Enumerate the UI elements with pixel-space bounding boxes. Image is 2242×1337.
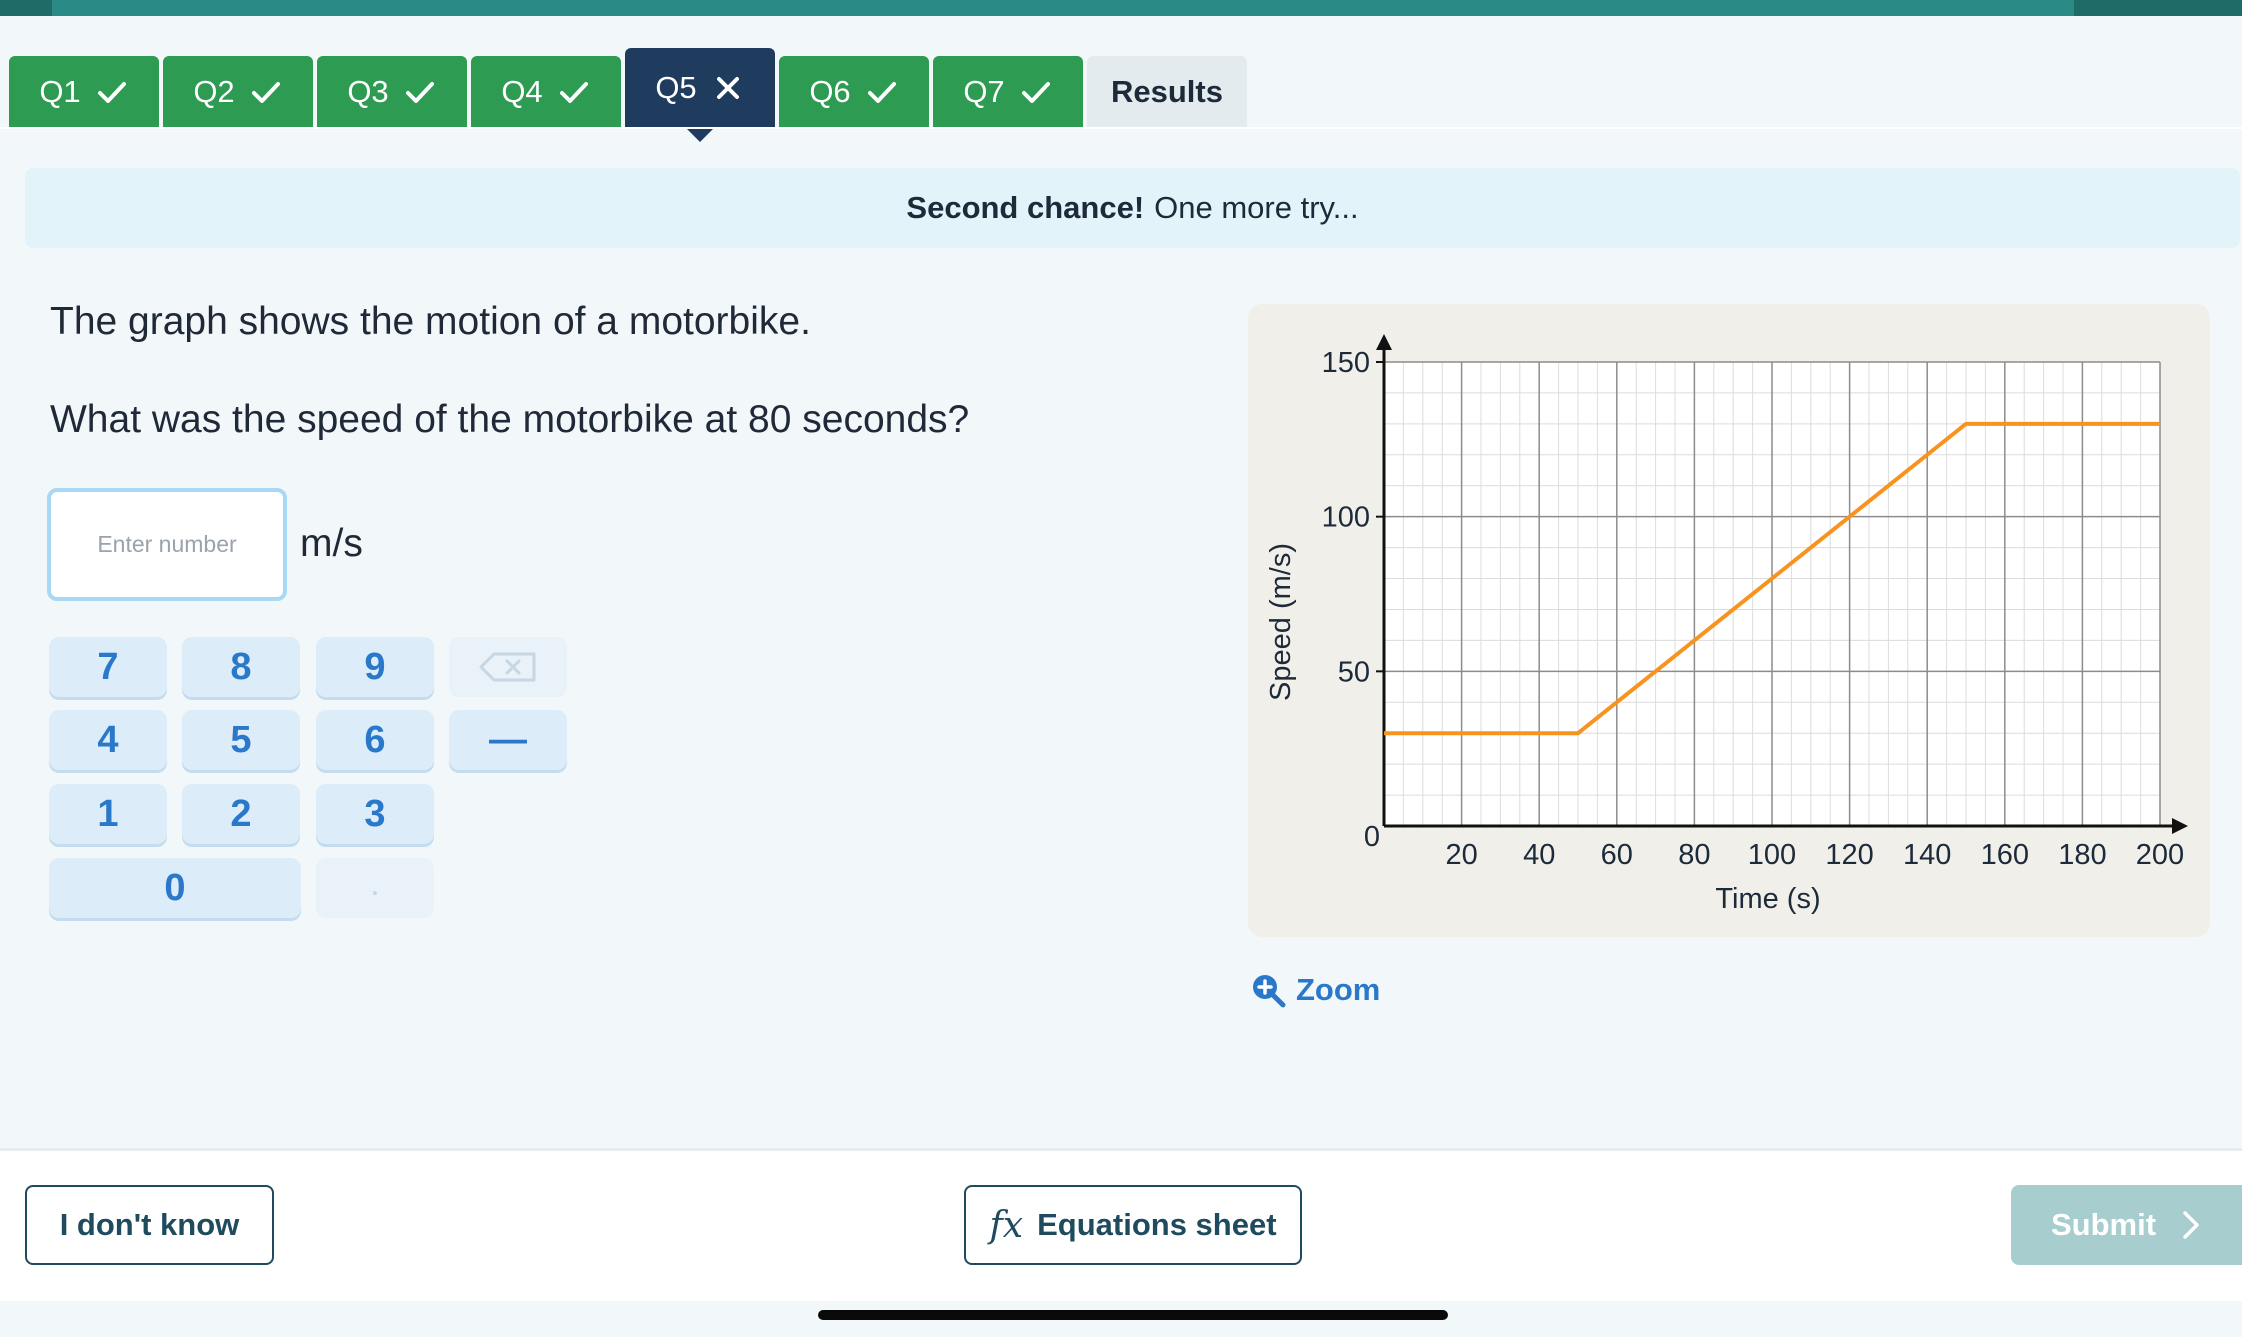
check-icon	[97, 82, 126, 103]
home-indicator[interactable]	[818, 1310, 1448, 1320]
x-tick-label: 80	[1678, 839, 1710, 871]
x-tick-label: 180	[2058, 839, 2106, 871]
banner-strong: Second chance!	[906, 190, 1145, 225]
tab-q7[interactable]: Q7	[933, 56, 1083, 128]
decimal-key[interactable]: .	[316, 858, 434, 918]
key-7[interactable]: 7	[49, 637, 167, 697]
y-axis-arrow	[1376, 334, 1392, 350]
x-tick-label: 100	[1748, 839, 1796, 871]
tab-q5[interactable]: Q5	[625, 48, 775, 142]
tab-results[interactable]: Results	[1087, 56, 1247, 128]
x-tick-label: 120	[1825, 839, 1873, 871]
answer-input[interactable]	[47, 488, 287, 601]
tab-q1[interactable]: Q1	[9, 56, 159, 128]
tab-q4[interactable]: Q4	[471, 56, 621, 128]
banner-text: One more try...	[1154, 190, 1359, 225]
x-axis-arrow	[2172, 818, 2188, 834]
x-tick-label: 40	[1523, 839, 1555, 871]
speed-time-graph: 20 40 60 80 100 120 140 160 180 200 50 100 150 0 Time…	[1265, 334, 2188, 915]
key-5[interactable]: 5	[182, 710, 300, 770]
y-tick-label: 100	[1322, 502, 1370, 534]
check-icon	[1021, 82, 1050, 103]
origin-label: 0	[1364, 821, 1380, 853]
fx-icon: fx	[989, 1204, 1024, 1246]
progress-strip	[0, 0, 2242, 16]
key-1[interactable]: 1	[49, 784, 167, 844]
equations-sheet-label: Equations sheet	[1037, 1207, 1277, 1242]
tab-label: Q5	[655, 70, 697, 105]
submit-button[interactable]: Submit	[2011, 1185, 2242, 1265]
tab-q6[interactable]: Q6	[779, 56, 929, 128]
zoom-button[interactable]: Zoom	[1250, 970, 1380, 1010]
check-icon	[559, 82, 588, 103]
y-tick-label: 150	[1322, 347, 1370, 379]
dont-know-label: I don't know	[59, 1207, 240, 1242]
graph-panel: 20 40 60 80 100 120 140 160 180 200 50 100 150 0 Time…	[1248, 304, 2210, 937]
tab-label: Q1	[39, 74, 81, 109]
second-chance-banner: Second chance! One more try...	[25, 168, 2240, 248]
backspace-icon	[479, 652, 536, 682]
key-9[interactable]: 9	[316, 637, 434, 697]
key-3[interactable]: 3	[316, 784, 434, 844]
tab-label: Q2	[193, 74, 235, 109]
progress-strip-start	[0, 0, 52, 16]
check-icon	[251, 82, 280, 103]
footer-bar: I don't know fx Equations sheet Submit	[0, 1151, 2242, 1301]
key-0[interactable]: 0	[49, 858, 301, 918]
tab-label: Q4	[501, 74, 543, 109]
tab-label: Results	[1111, 74, 1223, 109]
y-axis-label: Speed (m/s)	[1265, 543, 1297, 701]
dont-know-button[interactable]: I don't know	[25, 1185, 274, 1265]
tab-q2[interactable]: Q2	[163, 56, 313, 128]
zoom-label: Zoom	[1296, 972, 1381, 1007]
key-8[interactable]: 8	[182, 637, 300, 697]
current-tab-pointer	[686, 128, 714, 142]
x-tick-label: 140	[1903, 839, 1951, 871]
x-tick-label: 60	[1601, 839, 1633, 871]
submit-label: Submit	[2050, 1207, 2157, 1242]
tab-label: Q7	[963, 74, 1005, 109]
key-6[interactable]: 6	[316, 710, 434, 770]
question-prompt: What was the speed of the motorbike at 8…	[50, 398, 970, 441]
zoom-in-icon	[1253, 975, 1286, 1008]
tab-q3[interactable]: Q3	[317, 56, 467, 128]
key-2[interactable]: 2	[182, 784, 300, 844]
x-tick-label: 20	[1445, 839, 1477, 871]
x-axis-label: Time (s)	[1715, 883, 1820, 915]
equations-sheet-button[interactable]: fx Equations sheet	[964, 1185, 1302, 1265]
tab-label: Q3	[347, 74, 389, 109]
answer-unit: m/s	[300, 522, 363, 565]
tab-label: Q6	[809, 74, 851, 109]
check-icon	[405, 82, 434, 103]
backspace-key[interactable]	[449, 637, 567, 697]
chevron-right-icon	[2183, 1211, 2199, 1239]
key-4[interactable]: 4	[49, 710, 167, 770]
question-intro: The graph shows the motion of a motorbik…	[50, 300, 811, 343]
tabs-divider	[0, 127, 2242, 129]
x-tick-label: 160	[1981, 839, 2029, 871]
progress-strip-end	[2074, 0, 2242, 16]
minus-key[interactable]: —	[449, 710, 567, 770]
check-icon	[867, 82, 896, 103]
x-tick-label: 200	[2136, 839, 2184, 871]
y-tick-label: 50	[1338, 656, 1370, 688]
cross-icon	[716, 77, 739, 99]
